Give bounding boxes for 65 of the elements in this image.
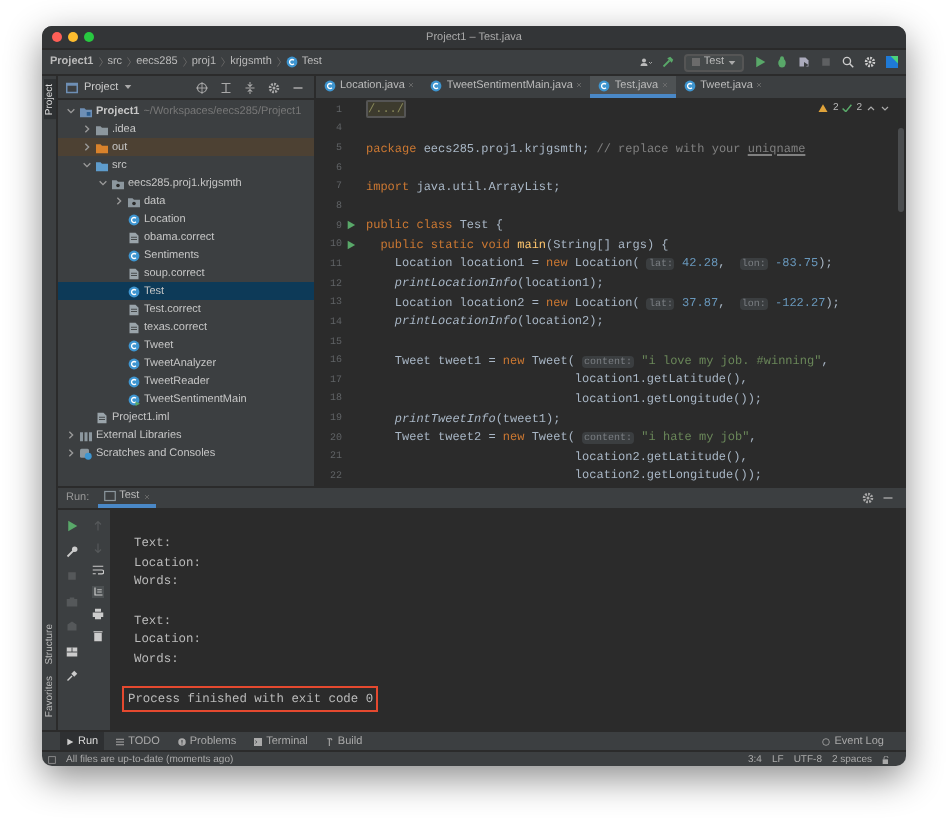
ide-logo-icon[interactable]: [886, 56, 898, 68]
file-icon: [96, 411, 108, 423]
run-icon: [66, 737, 74, 745]
class-icon: [128, 357, 140, 369]
class-icon: [598, 79, 611, 91]
class-icon: [128, 213, 140, 225]
zoom-window-button[interactable]: [84, 32, 94, 42]
panel-toggle-icon[interactable]: [48, 755, 56, 763]
wrench-icon[interactable]: [65, 545, 77, 557]
pin-icon[interactable]: [65, 670, 77, 682]
class-icon: [285, 56, 298, 68]
class-icon: [128, 285, 140, 297]
soft-wrap-icon[interactable]: [91, 564, 103, 576]
class-icon: [128, 393, 140, 405]
close-window-button[interactable]: [52, 32, 62, 42]
file-icon: [128, 303, 140, 315]
scrollbar[interactable]: [898, 128, 904, 212]
package-icon: [112, 177, 124, 189]
lock-icon[interactable]: [882, 755, 890, 763]
package-icon: [128, 195, 140, 207]
library-icon: [80, 429, 92, 441]
terminal-icon: [254, 737, 263, 745]
minimize-icon[interactable]: [292, 81, 304, 93]
settings-icon[interactable]: [864, 56, 876, 68]
run-icon[interactable]: [754, 56, 766, 68]
class-icon: [128, 339, 140, 351]
chevron-down-icon[interactable]: [66, 106, 76, 116]
console-icon: [103, 490, 116, 502]
class-icon: [430, 79, 443, 91]
run-gutter-icon[interactable]: [346, 239, 356, 250]
expand-all-icon[interactable]: [220, 81, 232, 93]
chevron-down-icon[interactable]: [880, 103, 890, 113]
class-icon: [128, 375, 140, 387]
minimize-icon[interactable]: [882, 492, 894, 504]
rerun-icon[interactable]: [65, 520, 77, 532]
settings-icon[interactable]: [268, 81, 280, 93]
class-icon: [684, 79, 697, 91]
print-icon[interactable]: [91, 608, 103, 620]
file-icon: [128, 231, 140, 243]
file-icon: [128, 321, 140, 333]
chevron-right-icon[interactable]: [114, 196, 124, 206]
speech-bubble-icon: [822, 737, 831, 745]
run-gutter-icon[interactable]: [346, 220, 356, 231]
checkmark-icon[interactable]: [842, 103, 853, 113]
caret-icon: [728, 59, 736, 65]
user-icon[interactable]: [639, 56, 652, 68]
info-icon: [177, 737, 186, 745]
caret-icon[interactable]: [124, 84, 133, 90]
scratches-icon: [80, 447, 92, 459]
minimize-window-button[interactable]: [68, 32, 78, 42]
class-icon: [324, 79, 336, 91]
search-icon[interactable]: [842, 56, 854, 68]
project-view-icon: [66, 81, 78, 93]
chevron-up-icon[interactable]: [866, 103, 876, 113]
scroll-to-end-icon[interactable]: [91, 586, 103, 598]
settings-icon[interactable]: [862, 492, 874, 504]
warning-icon[interactable]: [818, 103, 829, 113]
collapse-all-icon[interactable]: [244, 81, 256, 93]
list-icon: [116, 737, 125, 745]
trash-icon[interactable]: [91, 630, 103, 642]
class-icon: [128, 249, 140, 261]
layout-icon[interactable]: [65, 645, 77, 657]
module-folder-icon: [80, 105, 92, 117]
target-icon[interactable]: [196, 81, 208, 93]
file-icon: [128, 267, 140, 279]
